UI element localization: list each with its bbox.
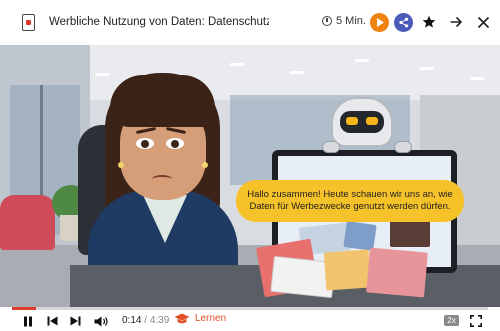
video-player[interactable]: Hallo zusammen! Heute schauen wir uns an… bbox=[0, 45, 500, 307]
play-circle-icon[interactable] bbox=[370, 13, 389, 32]
ceiling-light bbox=[230, 63, 244, 66]
star-icon[interactable] bbox=[419, 12, 439, 32]
robot-eye bbox=[366, 117, 378, 125]
earring bbox=[202, 162, 208, 168]
time-display: 0:14 / 4:39 bbox=[122, 315, 169, 327]
learn-button[interactable]: Lernen bbox=[174, 313, 226, 325]
arrow-right-icon[interactable] bbox=[446, 12, 466, 32]
flyer bbox=[343, 221, 377, 251]
ceiling-light bbox=[470, 77, 484, 80]
earring bbox=[118, 162, 124, 168]
playback-speed[interactable]: 2x bbox=[444, 315, 459, 326]
time-separator: / bbox=[144, 315, 148, 326]
lesson-title: Werbliche Nutzung von Daten: Datenschutz… bbox=[49, 16, 269, 28]
skip-back-icon[interactable] bbox=[45, 314, 59, 328]
woman-mouth bbox=[152, 175, 172, 183]
ceiling-light bbox=[290, 71, 304, 74]
duration-info: 5 Min. bbox=[322, 15, 366, 27]
speech-bubble: Hallo zusammen! Heute schauen wir uns an… bbox=[236, 180, 464, 222]
share-icon[interactable] bbox=[394, 13, 413, 32]
duration-label: 5 Min. bbox=[336, 15, 366, 27]
ceiling-light bbox=[420, 67, 434, 70]
volume-icon[interactable] bbox=[93, 314, 109, 328]
fullscreen-icon[interactable] bbox=[469, 314, 483, 328]
robot-hand bbox=[394, 141, 412, 153]
robot-eye bbox=[346, 117, 358, 125]
skip-forward-icon[interactable] bbox=[68, 314, 82, 328]
ceiling-light bbox=[95, 73, 109, 76]
woman-eye bbox=[166, 138, 184, 149]
current-time: 0:14 bbox=[122, 315, 142, 326]
woman-hair-front bbox=[110, 75, 215, 127]
brochure bbox=[323, 249, 372, 291]
graduation-cap-icon bbox=[174, 313, 190, 324]
learn-label: Lernen bbox=[195, 313, 227, 324]
red-couch bbox=[0, 195, 55, 250]
total-time: 4:39 bbox=[149, 315, 170, 326]
top-bar: Werbliche Nutzung von Daten: Datenschutz… bbox=[0, 0, 500, 45]
robot-hand bbox=[322, 141, 340, 153]
clock-icon bbox=[322, 16, 332, 26]
close-icon[interactable] bbox=[473, 12, 493, 32]
woman-eye bbox=[136, 138, 154, 149]
folded-map bbox=[366, 247, 428, 298]
document-icon bbox=[22, 14, 35, 31]
shopping-bag bbox=[390, 219, 430, 247]
ceiling-light bbox=[355, 59, 369, 62]
player-controls: 0:14 / 4:39 Lernen 2x bbox=[0, 310, 500, 331]
speech-bubble-text: Hallo zusammen! Heute schauen wir uns an… bbox=[247, 188, 453, 213]
pause-icon[interactable] bbox=[21, 314, 35, 328]
